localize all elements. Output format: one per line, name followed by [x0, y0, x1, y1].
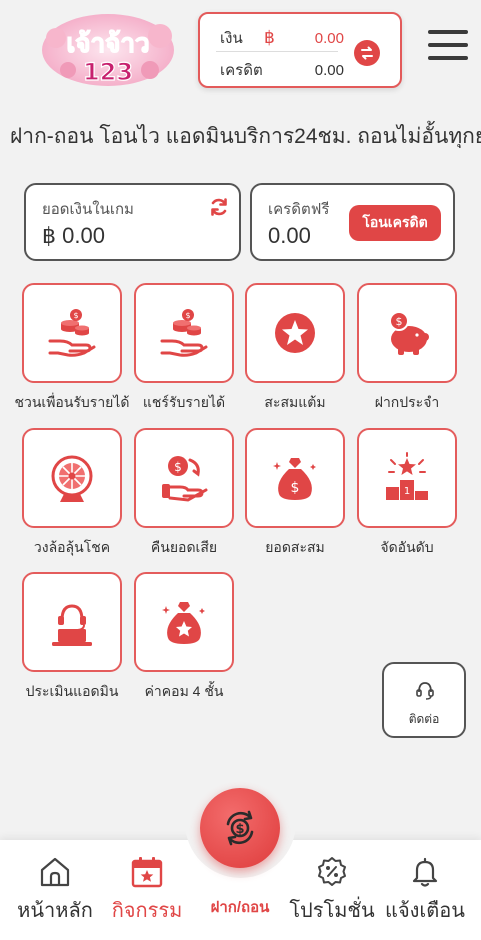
nav-promotion[interactable]: โปรโมชั่น [287, 856, 377, 926]
chat-support-icon [416, 682, 434, 700]
podium-icon: 1 [386, 452, 428, 500]
svg-text:$: $ [73, 311, 78, 320]
tile-lucky-wheel[interactable] [22, 428, 122, 528]
nav-notification-label: แจ้งเตือน [385, 900, 465, 922]
balance-divider [216, 51, 338, 52]
contact-label: ติดต่อ [408, 712, 440, 726]
credit-balance-row: เครดิต 0.00 [220, 58, 344, 82]
discount-badge-icon [318, 857, 346, 886]
tile-label-commission: ค่าคอม 4 ชั้น [144, 683, 224, 699]
tile-share-earn[interactable]: $ [134, 283, 234, 383]
svg-text:1: 1 [404, 486, 410, 497]
svg-text:$: $ [185, 311, 190, 320]
tile-rate-admin[interactable] [22, 572, 122, 672]
coins-hand-icon: $ [48, 309, 96, 357]
svg-text:$: $ [235, 822, 244, 837]
home-icon [40, 857, 70, 887]
announcement-marquee: ฝาก-ถอน โอนไว แอดมินบริการ24ชม. ถอนไม่อั… [0, 118, 481, 148]
game-balance-value: ฿ 0.00 [42, 223, 105, 248]
tile-fixed-deposit[interactable]: $ [357, 283, 457, 383]
free-credit-card: เครดิตฟรี 0.00 โอนเครดิต [250, 183, 455, 261]
app-header: เจ้าจ้าว 123 เงิน ฿ 0.00 เครดิต 0.00 [0, 0, 481, 100]
calendar-star-icon [131, 857, 163, 888]
game-balance-title: ยอดเงินในเกม [42, 201, 134, 218]
nav-home-label: หน้าหลัก [17, 900, 93, 922]
tile-accumulated[interactable]: $ [245, 428, 345, 528]
tile-ranking[interactable]: 1 [357, 428, 457, 528]
tile-label-rate-admin: ประเมินแอดมิน [25, 683, 119, 699]
contact-button[interactable]: ติดต่อ [382, 662, 466, 738]
swap-balance-button[interactable] [354, 40, 380, 66]
nav-promotion-label: โปรโมชั่น [289, 900, 375, 922]
tile-invite-friends[interactable]: $ [22, 283, 122, 383]
credit-label: เครดิต [220, 62, 263, 79]
deposit-withdraw-label[interactable]: ฝาก/ถอน [190, 895, 290, 919]
free-credit-title: เครดิตฟรี [268, 201, 330, 218]
tile-commission[interactable] [134, 572, 234, 672]
bell-icon [412, 857, 438, 887]
star-badge-icon [275, 313, 315, 353]
balance-panel: เงิน ฿ 0.00 เครดิต 0.00 [198, 12, 402, 88]
free-credit-value: 0.00 [268, 223, 311, 248]
money-bag-icon: $ [273, 458, 316, 500]
deposit-withdraw-button[interactable]: $ [200, 788, 280, 868]
refresh-icon[interactable] [209, 197, 229, 217]
money-label: เงิน [220, 30, 243, 47]
baht-symbol: ฿ [264, 28, 275, 47]
tile-label-accumulated: ยอดสะสม [265, 539, 325, 555]
money-exchange-icon: $ [226, 810, 254, 846]
svg-text:123: 123 [83, 58, 133, 86]
brand-logo[interactable]: เจ้าจ้าว 123 [38, 8, 178, 90]
swap-arrows-icon [361, 46, 373, 60]
money-value: 0.00 [314, 29, 344, 47]
money-balance-row: เงิน ฿ 0.00 [220, 26, 344, 50]
piggy-bank-icon: $ [389, 311, 429, 355]
game-balance-card: ยอดเงินในเกม ฿ 0.00 [24, 183, 241, 261]
transfer-credit-button[interactable]: โอนเครดิต [349, 205, 441, 241]
svg-text:เจ้าจ้าว: เจ้าจ้าว [66, 29, 149, 59]
tile-label-fixed-deposit: ฝากประจำ [374, 394, 440, 410]
hamburger-menu-icon[interactable] [428, 30, 468, 66]
coins-hand-icon: $ [160, 309, 208, 357]
tile-label-ranking: จัดอันดับ [380, 539, 434, 555]
tile-label-invite-friends: ชวนเพื่อนรับรายได้ [14, 394, 130, 410]
admin-laptop-icon [52, 604, 92, 646]
tile-label-collect-points: สะสมแต้ม [264, 394, 326, 410]
tile-label-cashback: คืนยอดเสีย [150, 539, 218, 555]
nav-home[interactable]: หน้าหลัก [10, 856, 100, 926]
credit-value: 0.00 [314, 61, 344, 79]
tile-label-share-earn: แชร์รับรายได้ [142, 394, 226, 410]
tile-label-lucky-wheel: วงล้อลุ้นโชค [33, 539, 111, 555]
cashback-hand-icon: $ [162, 456, 208, 502]
svg-text:$: $ [291, 480, 300, 496]
announcement-text: ฝาก-ถอน โอนไว แอดมินบริการ24ชม. ถอนไม่อั… [10, 125, 481, 148]
star-bag-icon [162, 602, 205, 644]
nav-activity-label: กิจกรรม [111, 900, 183, 922]
svg-text:$: $ [174, 460, 182, 474]
nav-notification[interactable]: แจ้งเตือน [380, 856, 470, 926]
tile-cashback[interactable]: $ [134, 428, 234, 528]
nav-activity[interactable]: กิจกรรม [102, 856, 192, 926]
svg-text:$: $ [396, 315, 403, 328]
lucky-wheel-icon [51, 455, 93, 502]
tile-collect-points[interactable] [245, 283, 345, 383]
